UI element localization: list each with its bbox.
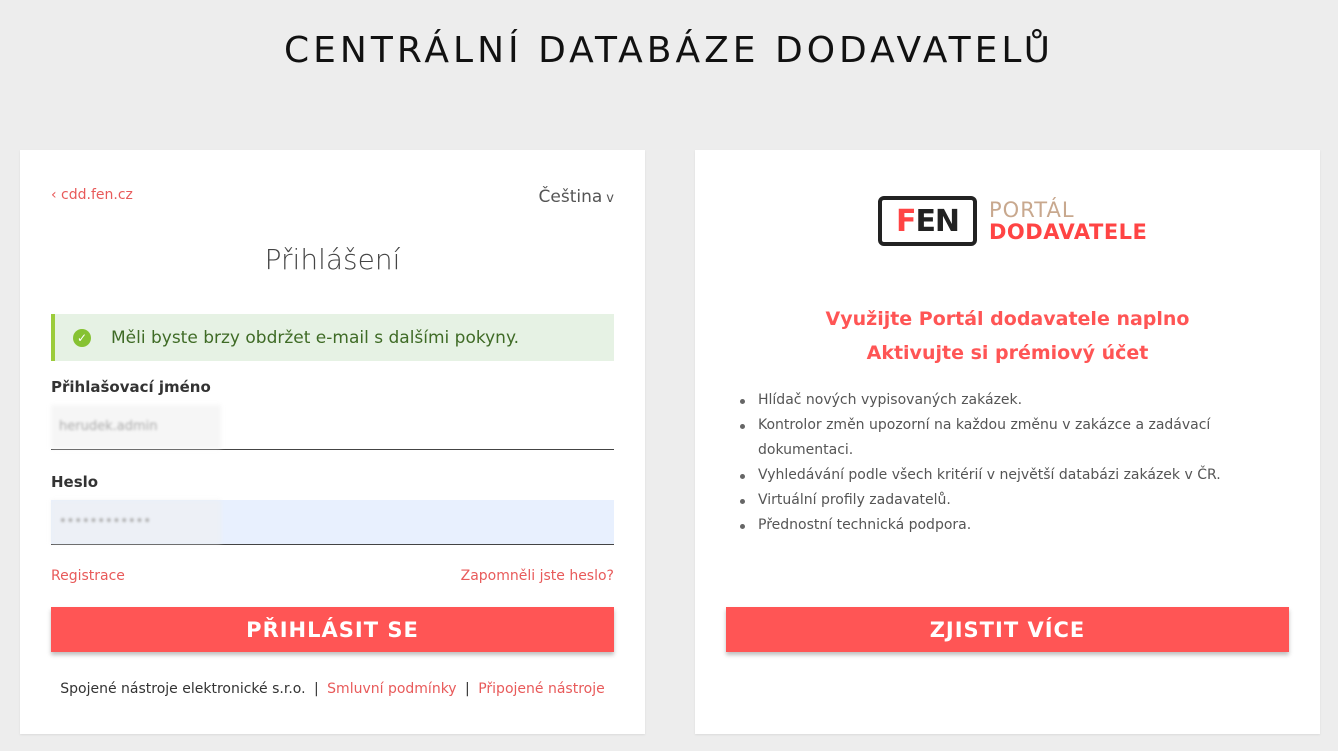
login-card: ‹ cdd.fen.cz Čeština v Přihlášení ✓ Měli … xyxy=(20,150,645,734)
promo-headline: Využijte Portál dodavatele naplno xyxy=(825,308,1190,330)
password-input[interactable]: •••••••••••• xyxy=(51,500,614,545)
page-title: CENTRÁLNÍ DATABÁZE DODAVATELŮ xyxy=(284,30,1054,71)
list-item: Kontrolor změn upozorní na každou změnu … xyxy=(740,413,1278,463)
list-item: Vyhledávání podle všech kritérií v nejvě… xyxy=(740,463,1278,488)
list-item: Přednostní technická podpora. xyxy=(740,513,1278,538)
promo-card: F EN PORTÁL DODAVATELE Využijte Portál do… xyxy=(695,150,1320,734)
footer-separator: | xyxy=(314,681,319,697)
promo-subheadline: Aktivujte si prémiový účet xyxy=(866,342,1149,364)
tools-link[interactable]: Připojené nástroje xyxy=(478,681,605,697)
list-item: Hlídač nových vypisovaných zakázek. xyxy=(740,388,1278,413)
alert-message: Měli byste brzy obdržet e-mail s dalšími… xyxy=(111,327,519,348)
login-button[interactable]: PŘIHLÁSIT SE xyxy=(51,607,614,652)
username-input[interactable]: herudek.admin xyxy=(51,405,614,450)
register-link[interactable]: Registrace xyxy=(51,568,125,584)
fen-logo: F EN PORTÁL DODAVATELE xyxy=(878,196,1147,246)
chevron-down-icon: v xyxy=(606,191,614,206)
username-label: Přihlašovací jméno xyxy=(51,378,211,396)
back-link[interactable]: ‹ cdd.fen.cz xyxy=(51,187,133,203)
fen-logo-mark: F EN xyxy=(878,196,977,246)
footer-separator: | xyxy=(465,681,470,697)
password-label: Heslo xyxy=(51,473,99,491)
forgot-password-link[interactable]: Zapomněli jste heslo? xyxy=(461,568,614,584)
check-circle-icon: ✓ xyxy=(73,328,91,347)
fen-logo-text: PORTÁL DODAVATELE xyxy=(989,198,1148,244)
list-item: Virtuální profily zadavatelů. xyxy=(740,488,1278,513)
success-alert: ✓ Měli byste brzy obdržet e-mail s další… xyxy=(51,314,614,361)
feature-list: Hlídač nových vypisovaných zakázek. Kont… xyxy=(740,388,1278,538)
learn-more-button[interactable]: ZJISTIT VÍCE xyxy=(726,607,1289,652)
password-value: •••••••••••• xyxy=(59,514,152,529)
footer: Spojené nástroje elektronické s.r.o. | S… xyxy=(20,681,645,697)
language-selector[interactable]: Čeština v xyxy=(539,187,614,207)
language-label: Čeština xyxy=(538,187,603,207)
terms-link[interactable]: Smluvní podmínky xyxy=(327,681,456,697)
login-title: Přihlášení xyxy=(264,243,401,276)
company-name: Spojené nástroje elektronické s.r.o. xyxy=(60,681,306,697)
username-value: herudek.admin xyxy=(59,419,158,434)
